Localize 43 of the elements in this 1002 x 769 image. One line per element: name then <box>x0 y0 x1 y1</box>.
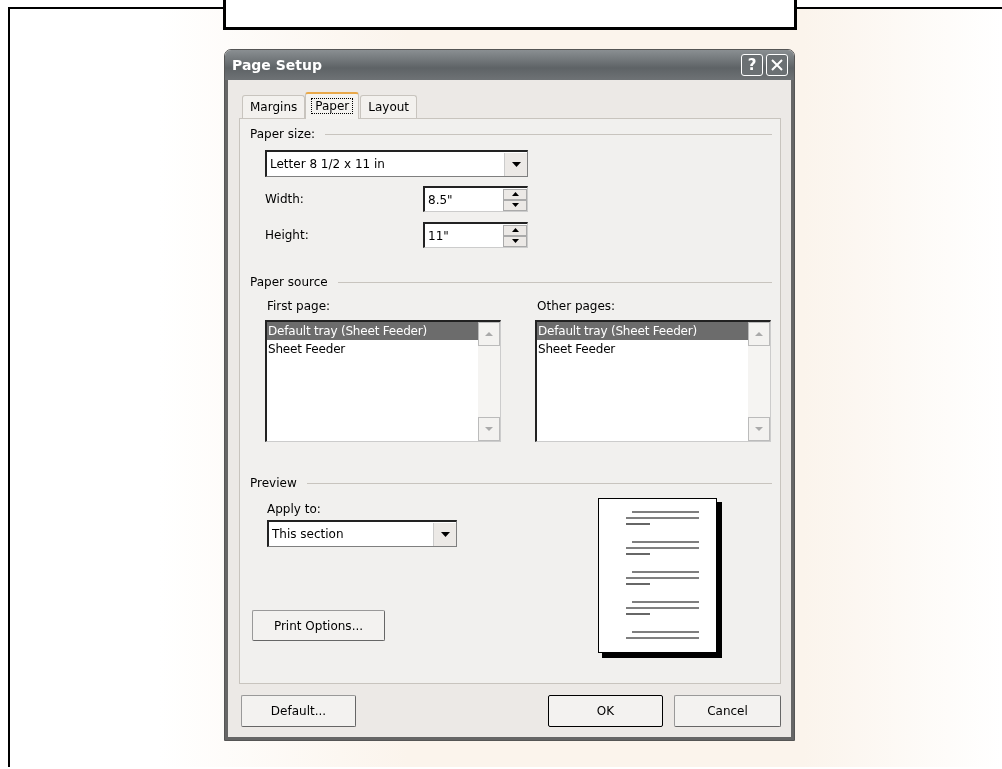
list-box[interactable]: Default tray (Sheet Feeder) Sheet Feeder <box>265 320 501 442</box>
paper-size-dropdown[interactable]: Letter 8 1/2 x 11 in <box>265 150 528 177</box>
close-icon <box>770 58 784 72</box>
list-box[interactable]: Default tray (Sheet Feeder) Sheet Feeder <box>535 320 771 442</box>
scroll-up-icon[interactable] <box>748 322 770 346</box>
dialog-button[interactable]: OK <box>548 695 663 727</box>
dialog-button[interactable]: Default... <box>241 695 356 727</box>
list-item[interactable]: Sheet Feeder <box>267 340 478 358</box>
scroll-down-icon[interactable] <box>748 417 770 441</box>
help-button[interactable]: ? <box>741 54 763 76</box>
field-value: 8.5" <box>427 192 453 207</box>
field-label: Height: <box>265 228 310 242</box>
dialog-button[interactable]: Cancel <box>674 695 781 727</box>
spin-down-icon[interactable] <box>503 235 527 247</box>
tab[interactable]: Layout <box>360 95 418 118</box>
spin-field[interactable]: 11" <box>423 222 528 248</box>
section-heading: Paper size: <box>250 127 316 141</box>
close-button[interactable] <box>766 54 788 76</box>
dropdown-value: This section <box>271 527 344 541</box>
scrollbar[interactable] <box>478 322 500 441</box>
field-value: 11" <box>427 228 449 243</box>
scroll-up-icon[interactable] <box>478 322 500 346</box>
tab[interactable]: Margins <box>242 95 306 118</box>
dropdown-value: Letter 8 1/2 x 11 in <box>269 157 385 171</box>
field-label: Apply to: <box>267 502 322 516</box>
scroll-down-icon[interactable] <box>478 417 500 441</box>
window-title: Page Setup <box>232 57 322 73</box>
print-options-button[interactable]: Print Options... <box>252 610 385 641</box>
section-heading: Paper source <box>250 275 328 289</box>
list-item[interactable]: Default tray (Sheet Feeder) <box>267 322 478 340</box>
list-label: Other pages: <box>537 299 617 313</box>
spin-up-icon[interactable] <box>503 224 527 236</box>
apply-to-dropdown[interactable]: This section <box>267 520 457 547</box>
list-label: First page: <box>267 299 332 313</box>
spin-field[interactable]: 8.5" <box>423 186 528 212</box>
spin-up-icon[interactable] <box>503 188 527 200</box>
tab[interactable]: Paper <box>305 92 360 119</box>
list-item[interactable]: Sheet Feeder <box>537 340 748 358</box>
list-item[interactable]: Default tray (Sheet Feeder) <box>537 322 748 340</box>
scrollbar[interactable] <box>748 322 770 441</box>
section-heading: Preview <box>250 476 297 490</box>
field-label: Width: <box>265 192 305 206</box>
spin-down-icon[interactable] <box>503 199 527 211</box>
